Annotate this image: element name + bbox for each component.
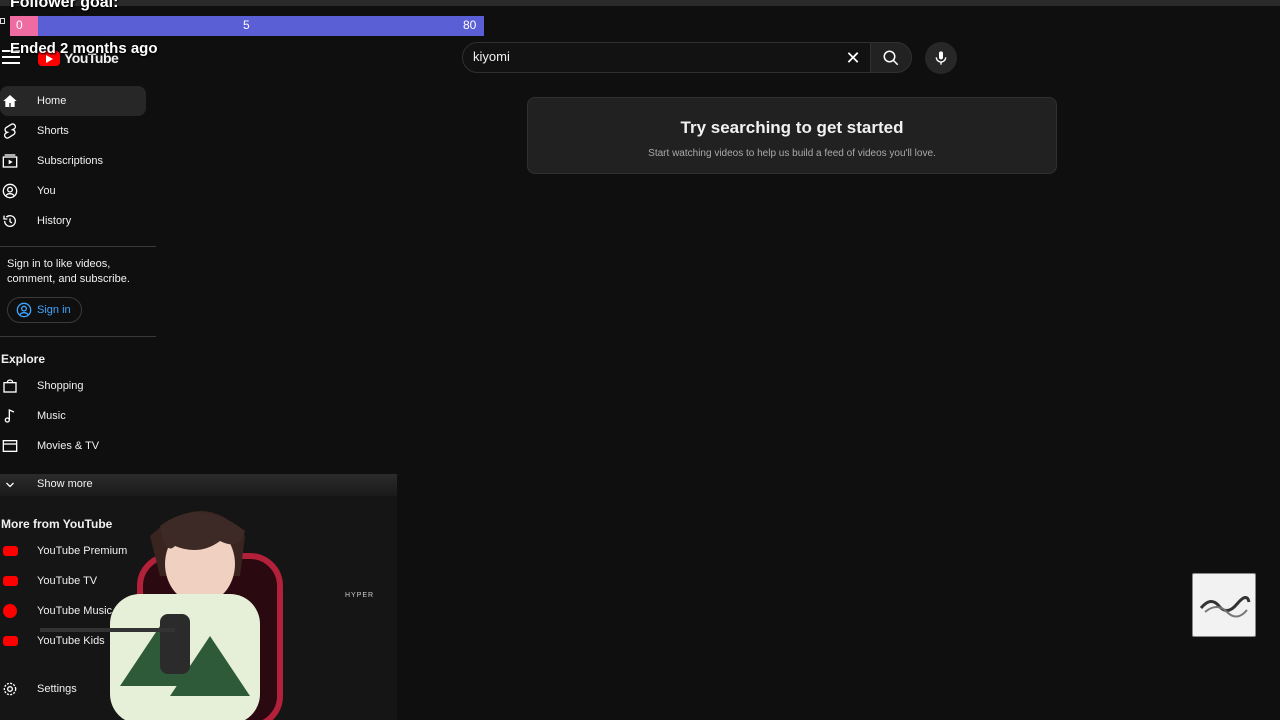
sidebar-item-label: Music [37,410,66,422]
sidebar-item-label: Settings [37,683,77,695]
sidebar-item-you[interactable]: You [0,176,160,206]
user-circle-icon [16,302,32,318]
signin-prompt: Sign in to like videos, comment, and sub… [7,258,130,285]
empty-feed-title: Try searching to get started [680,118,904,137]
sidebar-item-label: Shopping [37,380,84,392]
sidebar-item-shorts[interactable]: Shorts [0,116,160,146]
goal-current-value: 5 [243,18,250,32]
sidebar-item-label: Movies & TV [37,440,100,452]
follower-goal-fill [10,16,38,36]
sidebar-item-youtube-premium[interactable]: YouTube Premium [0,536,160,566]
youtube-music-icon [3,604,17,618]
empty-feed-subtitle: Start watching videos to help us build a… [648,148,936,159]
sidebar-item-label: Shorts [37,125,69,137]
clapperboard-icon [2,440,18,452]
youtube-kids-icon [3,636,18,646]
search-button[interactable] [870,42,912,73]
subscriptions-icon [2,154,18,168]
follower-goal-title: Follower goal: [10,0,119,11]
sidebar-item-settings[interactable]: Settings [0,674,160,704]
show-more-row[interactable]: Show more [0,474,397,496]
goal-target-value: 80 [463,18,477,32]
empty-feed-card: Try searching to get started Start watch… [527,97,1057,174]
sidebar-item-music[interactable]: Music [0,401,160,431]
show-more-label: Show more [37,478,93,490]
divider [0,336,156,337]
sidebar-item-label: Subscriptions [37,155,104,167]
sidebar-item-label: YouTube Premium [37,545,128,557]
shopping-bag-icon [3,379,17,393]
more-from-youtube-section: More from YouTube YouTube Premium YouTub… [0,512,160,704]
sidebar-item-movies-tv[interactable]: Movies & TV [0,431,160,461]
follower-goal-status: Ended 2 months ago [10,40,158,57]
sidebar-item-label: YouTube TV [37,575,98,587]
sidebar-item-youtube-kids[interactable]: YouTube Kids [0,626,160,656]
music-note-icon [4,408,15,423]
sidebar-item-history[interactable]: History [0,206,160,236]
overlay-window-marker [0,18,5,24]
sidebar-item-home[interactable]: Home [0,86,146,116]
signin-button[interactable]: Sign in [7,297,82,323]
youtube-tv-icon [3,576,18,586]
signin-label: Sign in [37,304,71,316]
history-icon [3,215,16,227]
close-icon[interactable]: ✕ [843,48,863,68]
goal-start-value: 0 [16,18,23,32]
divider [0,246,156,247]
user-circle-icon [2,183,18,199]
channel-logo-image [1199,596,1251,618]
sidebar-item-label: YouTube Music [37,605,113,617]
search-icon [883,50,899,65]
home-icon [3,95,17,107]
sidebar-item-label: Home [37,95,67,107]
overlay-watermark: HYPER [345,592,375,599]
sidebar-item-subscriptions[interactable]: Subscriptions [0,146,160,176]
sidebar-item-label: History [37,215,72,227]
more-from-youtube-title: More from YouTube [1,517,113,531]
sidebar-item-label: You [37,185,56,197]
shorts-icon [4,123,16,139]
sidebar-item-youtube-tv[interactable]: YouTube TV [0,566,160,596]
explore-title: Explore [1,352,46,366]
sidebar-item-youtube-music[interactable]: YouTube Music [0,596,160,626]
voice-search-button[interactable] [925,42,957,74]
chevron-down-icon [6,482,14,488]
sidebar-item-shopping[interactable]: Shopping [0,371,160,401]
youtube-premium-icon [3,546,18,556]
overlay-top-strip [0,0,1280,6]
mic-icon [935,51,947,65]
channel-logo-badge [1192,573,1256,637]
search-input[interactable] [473,49,833,64]
sidebar-item-label: YouTube Kids [37,635,105,647]
search-box[interactable]: ✕ [462,42,874,73]
follower-goal-bar: 0 5 80 [10,16,484,36]
gear-icon [3,682,17,696]
sidebar: Home Shorts Subscriptions You History Si… [0,86,160,461]
